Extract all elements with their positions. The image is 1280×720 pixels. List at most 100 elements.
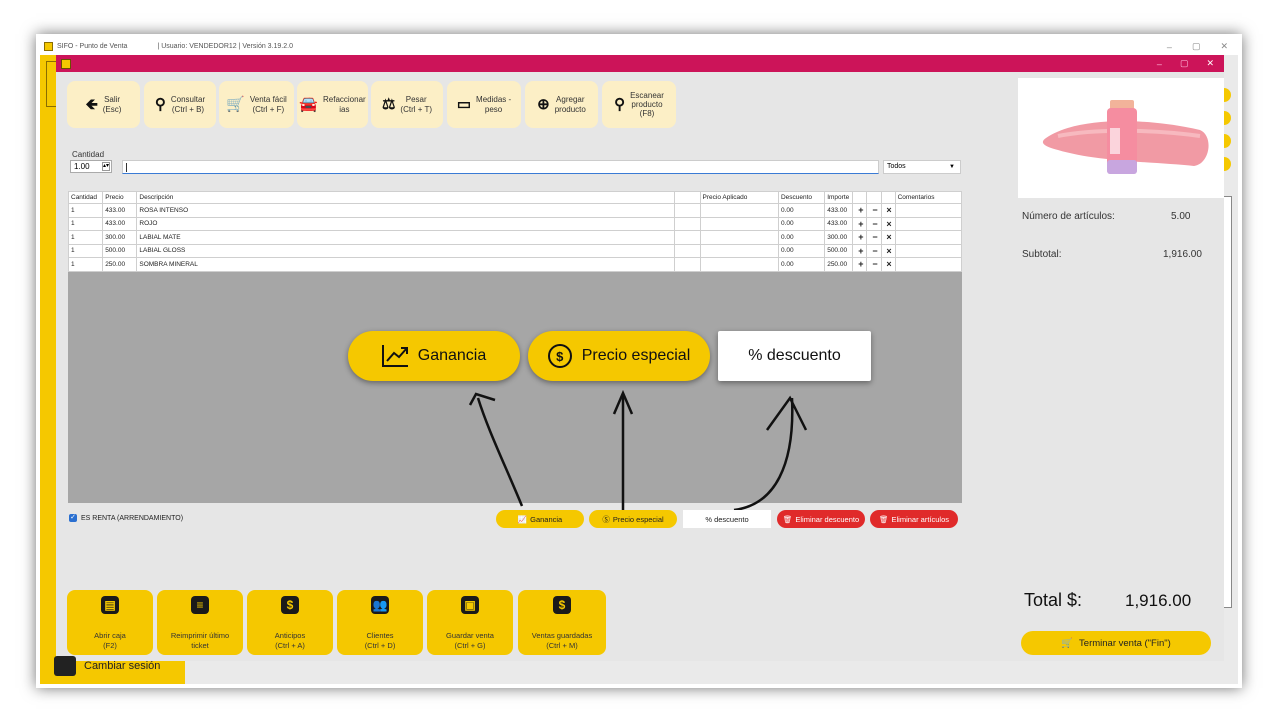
salir-button[interactable]: 🡸 Salir (Esc) xyxy=(67,81,140,128)
delete-row-icon[interactable]: × xyxy=(880,257,896,272)
agregar-producto-button[interactable]: ⊕ Agregar producto xyxy=(525,81,598,128)
add-qty-icon[interactable]: + xyxy=(852,216,868,231)
agregar-producto-label: Agregar producto xyxy=(554,95,586,114)
delete-row-icon[interactable]: × xyxy=(880,230,896,245)
cell-comentarios[interactable] xyxy=(894,203,963,218)
cell-comentarios[interactable] xyxy=(894,257,963,272)
checkbox-checked-icon[interactable]: ✓ xyxy=(69,514,77,522)
abrir-caja-button[interactable]: ▤ Abrir caja (F2) xyxy=(67,590,153,655)
delete-row-icon[interactable]: × xyxy=(880,203,896,218)
col-descuento: Descuento xyxy=(777,191,826,204)
add-qty-icon[interactable]: + xyxy=(852,257,868,272)
cambiar-sesion-label: Cambiar sesión xyxy=(84,660,161,672)
outer-titlebar: SIFO - Punto de Venta | Usuario: VENDEDO… xyxy=(40,38,1238,55)
precio-especial-button[interactable]: Ⓢ Precio especial xyxy=(589,510,677,528)
ganancia-label: Ganancia xyxy=(530,514,563,524)
remove-qty-icon[interactable]: − xyxy=(866,243,882,258)
add-qty-icon[interactable]: + xyxy=(852,243,868,258)
window-title: SIFO - Punto de Venta xyxy=(57,43,128,50)
minimize-icon[interactable]: – xyxy=(1167,42,1172,52)
cell-comentarios[interactable] xyxy=(894,243,963,258)
delete-row-icon[interactable]: × xyxy=(880,243,896,258)
table-row[interactable]: 1 433.00 ROJO 0.00 433.00 + − × xyxy=(67,216,963,231)
trash-icon: 🗑 xyxy=(878,514,889,524)
add-qty-icon[interactable]: + xyxy=(852,203,868,218)
escanear-producto-button[interactable]: ⚲ Escanear producto (F8) xyxy=(602,81,676,128)
refaccionarias-button[interactable]: 🚘 Refaccionar ias xyxy=(297,81,368,128)
maximize-icon[interactable]: ▢ xyxy=(1192,41,1201,52)
col-remove xyxy=(866,191,882,204)
guardar-venta-button[interactable]: ▣ Guardar venta (Ctrl + G) xyxy=(427,590,513,655)
medidas-peso-button[interactable]: ▭ Medidas - peso xyxy=(447,81,521,128)
cell-cantidad[interactable]: 1 xyxy=(67,257,104,272)
delete-row-icon[interactable]: × xyxy=(880,216,896,231)
num-articulos-value: 5.00 xyxy=(1171,211,1191,222)
stepper-arrows-icon[interactable]: ▴▾ xyxy=(102,162,110,171)
app-icon xyxy=(44,42,53,51)
clientes-button[interactable]: 👥 Clientes (Ctrl + D) xyxy=(337,590,423,655)
cambiar-sesion-button[interactable]: Cambiar sesión xyxy=(54,655,160,677)
pesar-label: Pesar (Ctrl + T) xyxy=(400,95,433,114)
cell-cantidad[interactable]: 1 xyxy=(67,230,104,245)
back-arrow-icon: 🡸 xyxy=(85,95,98,113)
col-add xyxy=(852,191,868,204)
refaccionarias-label: Refaccionar ias xyxy=(323,95,366,114)
table-row[interactable]: 1 500.00 LABIAL GLOSS 0.00 500.00 + − × xyxy=(67,243,963,258)
ventas-guardadas-button[interactable]: $ Ventas guardadas (Ctrl + M) xyxy=(518,590,606,655)
dollar-circle-icon: Ⓢ xyxy=(602,514,610,524)
add-qty-icon[interactable]: + xyxy=(852,230,868,245)
remove-qty-icon[interactable]: − xyxy=(866,230,882,245)
items-table: Cantidad Precio Descripción Precio Aplic… xyxy=(67,191,963,272)
cell-descripcion: SOMBRA MINERAL xyxy=(136,257,676,272)
es-renta-checkbox[interactable]: ✓ ES RENTA (ARRENDAMIENTO) xyxy=(69,514,183,522)
trash-icon: 🗑 xyxy=(782,514,793,524)
product-image xyxy=(1018,78,1224,198)
close-icon[interactable]: ✕ xyxy=(1220,41,1228,52)
anticipos-button[interactable]: $ Anticipos (Ctrl + A) xyxy=(247,590,333,655)
cell-comentarios[interactable] xyxy=(894,230,963,245)
modal-app-icon xyxy=(61,58,71,69)
cell-importe: 250.00 xyxy=(824,257,854,272)
pesar-button[interactable]: ⚖ Pesar (Ctrl + T) xyxy=(371,81,443,128)
eliminar-descuento-label: Eliminar descuento xyxy=(795,514,860,524)
salir-label: Salir (Esc) xyxy=(102,95,122,114)
consultar-button[interactable]: ⚲ Consultar (Ctrl + B) xyxy=(144,81,216,128)
cell-descripcion: ROJO xyxy=(136,216,676,231)
cell-comentarios[interactable] xyxy=(894,216,963,231)
cell-cantidad[interactable]: 1 xyxy=(67,203,104,218)
descuento-input[interactable]: % descuento xyxy=(683,510,771,528)
reimprimir-ticket-button[interactable]: ≡ Reimprimir último ticket xyxy=(157,590,243,655)
cell-importe: 433.00 xyxy=(824,203,854,218)
precio-especial-callout-label: Precio especial xyxy=(581,347,691,364)
modal-minimize-icon[interactable]: – xyxy=(1157,59,1162,69)
col-comentarios: Comentarios xyxy=(894,191,963,204)
table-row[interactable]: 1 250.00 SOMBRA MINERAL 0.00 250.00 + − … xyxy=(67,257,963,272)
product-search-input[interactable] xyxy=(122,160,879,174)
cell-cantidad[interactable]: 1 xyxy=(67,216,104,231)
cantidad-stepper[interactable]: 1.00 ▴▾ xyxy=(70,160,112,173)
remove-qty-icon[interactable]: − xyxy=(866,216,882,231)
filter-select[interactable]: Todos ▼ xyxy=(883,160,961,174)
barcode-scan-icon: ⚲ xyxy=(614,95,626,113)
table-header: Cantidad Precio Descripción Precio Aplic… xyxy=(67,191,963,204)
cell-cantidad[interactable]: 1 xyxy=(67,243,104,258)
cell-descuento: 0.00 xyxy=(777,216,826,231)
venta-facil-label: Venta fácil (Ctrl + F) xyxy=(249,95,287,114)
save-bag-icon: ▣ xyxy=(461,596,479,614)
table-row[interactable]: 1 433.00 ROSA INTENSO 0.00 433.00 + − × xyxy=(67,203,963,218)
venta-facil-button[interactable]: 🛒 Venta fácil (Ctrl + F) xyxy=(219,81,294,128)
eliminar-descuento-button[interactable]: 🗑 Eliminar descuento xyxy=(777,510,865,528)
modal-close-icon[interactable]: ✕ xyxy=(1206,58,1214,69)
modal-maximize-icon[interactable]: ▢ xyxy=(1180,58,1189,69)
remove-qty-icon[interactable]: − xyxy=(866,257,882,272)
cantidad-value: 1.00 xyxy=(74,162,90,171)
receipt-icon: ≡ xyxy=(191,596,209,614)
table-row[interactable]: 1 300.00 LABIAL MATE 0.00 300.00 + − × xyxy=(67,230,963,245)
ganancia-button[interactable]: 📈 Ganancia xyxy=(496,510,584,528)
scale-icon: ⚖ xyxy=(381,95,396,113)
remove-qty-icon[interactable]: − xyxy=(866,203,882,218)
cantidad-label: Cantidad xyxy=(72,150,105,159)
terminar-venta-button[interactable]: 🛒 Terminar venta ("Fin") xyxy=(1021,631,1211,655)
guardar-venta-label: Guardar venta (Ctrl + G) xyxy=(446,631,494,650)
eliminar-articulos-button[interactable]: 🗑 Eliminar artículos xyxy=(870,510,958,528)
